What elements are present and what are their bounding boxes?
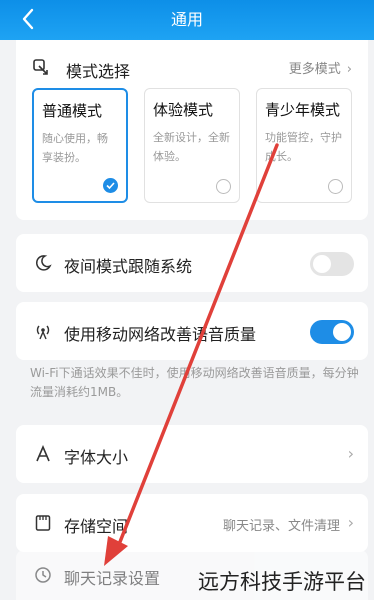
watermark-text: 远方科技手游平台 [198,570,366,594]
toggle-knob [333,323,351,341]
mode-switch-icon [33,59,48,75]
selected-check-icon [103,178,118,193]
night-mode-label: 夜间模式跟随系统 [64,257,193,276]
storage-detail: 聊天记录、文件清理 [222,519,340,534]
network-hint-text: Wi-Fi下通话效果不佳时，使用移动网络改善语音质量，每分钟流量消耗约1MB。 [30,366,359,399]
moon-icon [35,255,52,271]
chevron-right-icon: › [347,444,354,463]
storage-label: 存储空间 [64,517,129,536]
top-bar: 通用 [0,0,374,40]
more-modes-label: 更多模式 [288,62,341,77]
mode-option-experience[interactable]: 体验模式 全新设计，全新体验。 [144,88,240,203]
mode-option-name: 体验模式 [153,101,214,119]
storage-row[interactable]: 存储空间 聊天记录、文件清理 › [16,494,368,552]
signal-broadcast-icon [36,325,50,340]
font-size-label: 字体大小 [64,448,129,467]
clock-icon [35,567,51,583]
mode-option-desc: 随心使用，畅享装扮。 [42,132,108,164]
unselected-radio-icon [328,179,343,194]
mode-option-normal[interactable]: 普通模式 随心使用，畅享装扮。 [32,88,128,203]
mobile-network-row: 使用移动网络改善语音质量 [16,302,368,360]
mode-option-teen[interactable]: 青少年模式 功能管控，守护成长。 [256,88,352,203]
more-modes-link[interactable]: 更多模式 › [289,58,352,77]
mode-option-desc: 功能管控，守护成长。 [265,131,342,163]
page-title: 通用 [170,10,203,29]
mode-selection-card: 模式选择 更多模式 › 普通模式 随心使用，畅享装扮。 体验模式 全新设计，全新体… [16,40,368,220]
night-mode-toggle[interactable] [310,252,354,276]
mobile-network-label: 使用移动网络改善语音质量 [64,325,257,344]
mode-option-desc: 全新设计，全新体验。 [153,131,230,163]
mode-option-name: 青少年模式 [265,101,341,119]
mode-selection-title: 模式选择 [66,62,131,81]
font-size-row[interactable]: 字体大小 › [16,425,368,483]
storage-icon [35,515,51,531]
mode-selection-header: 模式选择 更多模式 › [16,50,368,84]
unselected-radio-icon [216,179,231,194]
toggle-knob [313,255,331,273]
mobile-network-toggle[interactable] [310,320,354,344]
chevron-right-icon: › [347,513,354,532]
mode-option-name: 普通模式 [42,102,103,120]
chat-history-label: 聊天记录设置 [64,569,161,588]
chevron-right-icon: › [346,62,352,77]
font-size-icon [36,445,50,462]
night-mode-row: 夜间模式跟随系统 [16,234,368,292]
